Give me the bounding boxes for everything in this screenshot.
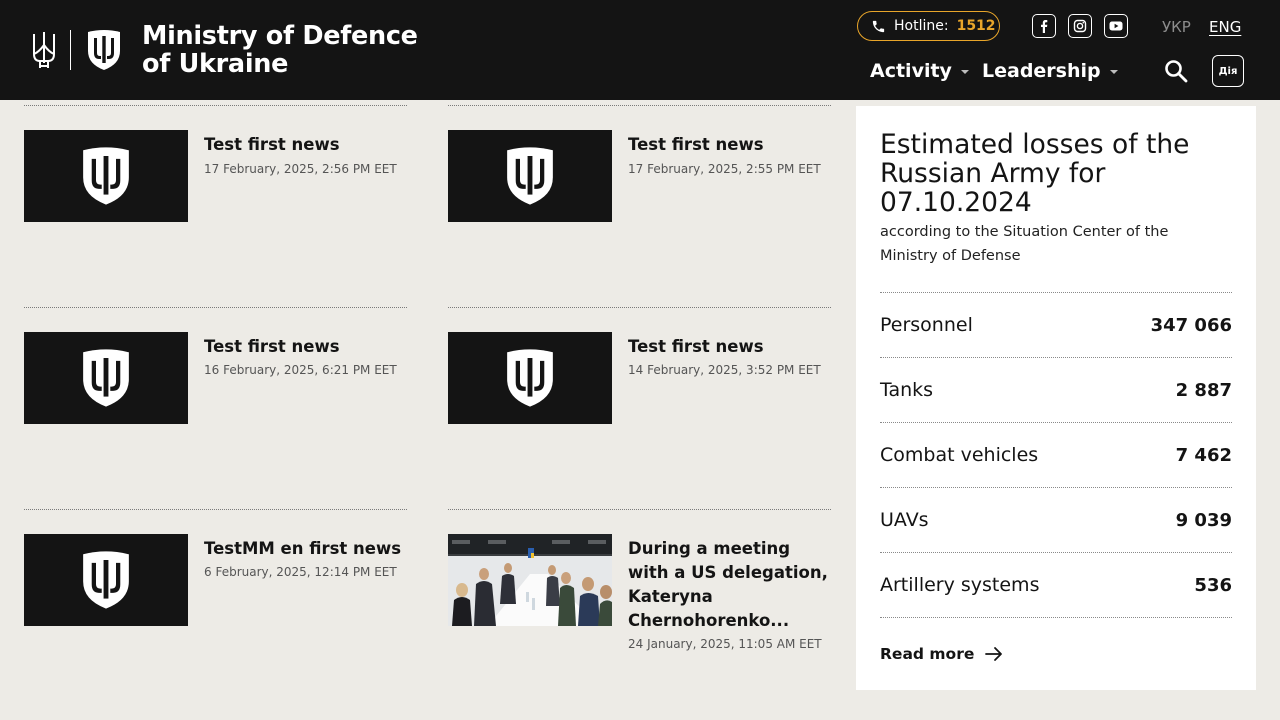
losses-subheading: according to the Situation Center of the…	[880, 224, 1169, 264]
loss-row-tanks: Tanks 2 887	[880, 357, 1232, 422]
loss-row-personnel: Personnel 347 066	[880, 292, 1232, 357]
read-more-link[interactable]: Read more	[880, 644, 1004, 664]
meeting-photo	[448, 534, 612, 626]
news-photo[interactable]	[448, 534, 612, 626]
losses-panel: Estimated losses of the Russian Army for…	[856, 106, 1256, 690]
site-logo-title[interactable]: Ministry of Defence of Ukraine	[142, 22, 432, 78]
phone-icon	[872, 20, 885, 32]
loss-value: 536	[1194, 574, 1232, 596]
news-title[interactable]: During a meeting with a US delegation, K…	[628, 537, 831, 633]
loss-value: 347 066	[1150, 314, 1232, 336]
news-date: 24 January, 2025, 11:05 AM EET	[628, 637, 822, 651]
mod-shield-icon	[83, 551, 129, 609]
news-date: 17 February, 2025, 2:56 PM EET	[204, 162, 397, 176]
news-card[interactable]: Test first news 14 February, 2025, 3:52 …	[448, 307, 831, 507]
search-icon[interactable]	[1163, 58, 1189, 84]
diia-label: Дія	[1218, 65, 1238, 77]
news-card[interactable]: TestMM en first news 6 February, 2025, 1…	[24, 509, 407, 709]
news-date: 6 February, 2025, 12:14 PM EET	[204, 565, 397, 579]
site-header: Ministry of Defence of Ukraine Hotline: …	[0, 0, 1280, 100]
news-card[interactable]: During a meeting with a US delegation, K…	[448, 509, 831, 709]
news-title[interactable]: Test first news	[204, 335, 407, 359]
youtube-icon	[1109, 21, 1123, 31]
divider	[24, 307, 407, 308]
news-card[interactable]: Test first news 17 February, 2025, 2:56 …	[24, 105, 407, 305]
news-card[interactable]: Test first news 17 February, 2025, 2:55 …	[448, 105, 831, 305]
mod-shield-icon	[83, 349, 129, 407]
loss-value: 2 887	[1175, 379, 1232, 401]
logo-text-line2: of Ukraine	[142, 49, 289, 79]
loss-label: Combat vehicles	[880, 444, 1039, 466]
news-thumbnail[interactable]	[448, 332, 612, 424]
mod-shield-icon	[507, 349, 553, 407]
lang-ukr-link[interactable]: УКР	[1162, 18, 1191, 36]
loss-label: Tanks	[880, 379, 934, 401]
news-title[interactable]: Test first news	[628, 335, 831, 359]
news-title[interactable]: TestMM en first news	[204, 537, 407, 561]
divider	[24, 105, 407, 106]
chevron-down-icon	[960, 70, 969, 74]
logo-text-line1: Ministry of Defence	[142, 21, 418, 51]
divider	[24, 509, 407, 510]
divider	[448, 105, 831, 106]
nav-activity[interactable]: Activity	[870, 60, 969, 82]
loss-row-artillery: Artillery systems 536	[880, 552, 1232, 617]
mod-shield-icon	[83, 147, 129, 205]
diia-button[interactable]: Дія	[1212, 55, 1244, 87]
mod-shield-icon[interactable]	[86, 29, 122, 71]
divider	[880, 617, 1232, 618]
loss-label: UAVs	[880, 509, 929, 531]
logo-divider	[70, 30, 71, 70]
nav-activity-label: Activity	[870, 60, 952, 82]
news-date: 17 February, 2025, 2:55 PM EET	[628, 162, 821, 176]
news-thumbnail[interactable]	[24, 534, 188, 626]
loss-row-uavs: UAVs 9 039	[880, 487, 1232, 552]
loss-value: 9 039	[1175, 509, 1232, 531]
hotline-number: 1512	[956, 18, 996, 34]
hotline-label: Hotline:	[894, 18, 949, 34]
mod-shield-icon	[507, 147, 553, 205]
news-thumbnail[interactable]	[24, 332, 188, 424]
loss-row-combat-vehicles: Combat vehicles 7 462	[880, 422, 1232, 487]
news-date: 16 February, 2025, 6:21 PM EET	[204, 363, 397, 377]
lang-eng-link[interactable]: ENG	[1209, 18, 1241, 36]
hotline-button[interactable]: Hotline: 1512	[857, 11, 1000, 41]
instagram-link[interactable]	[1068, 14, 1092, 38]
chevron-down-icon	[1109, 70, 1118, 74]
news-card[interactable]: Test first news 16 February, 2025, 6:21 …	[24, 307, 407, 507]
instagram-icon	[1073, 19, 1087, 33]
nav-leadership-label: Leadership	[982, 60, 1101, 82]
news-thumbnail[interactable]	[24, 130, 188, 222]
news-thumbnail[interactable]	[448, 130, 612, 222]
arrow-right-icon	[985, 647, 1003, 661]
news-title[interactable]: Test first news	[628, 133, 831, 157]
loss-value: 7 462	[1175, 444, 1232, 466]
read-more-label: Read more	[880, 645, 975, 663]
news-title[interactable]: Test first news	[204, 133, 407, 157]
loss-label: Personnel	[880, 314, 973, 336]
facebook-icon	[1041, 20, 1048, 33]
youtube-link[interactable]	[1104, 14, 1128, 38]
losses-heading: Estimated losses of the Russian Army for…	[880, 129, 1190, 218]
divider	[448, 307, 831, 308]
nav-leadership[interactable]: Leadership	[982, 60, 1118, 82]
loss-label: Artillery systems	[880, 574, 1040, 596]
divider	[448, 509, 831, 510]
facebook-link[interactable]	[1032, 14, 1056, 38]
trident-icon[interactable]	[31, 30, 57, 70]
news-date: 14 February, 2025, 3:52 PM EET	[628, 363, 821, 377]
